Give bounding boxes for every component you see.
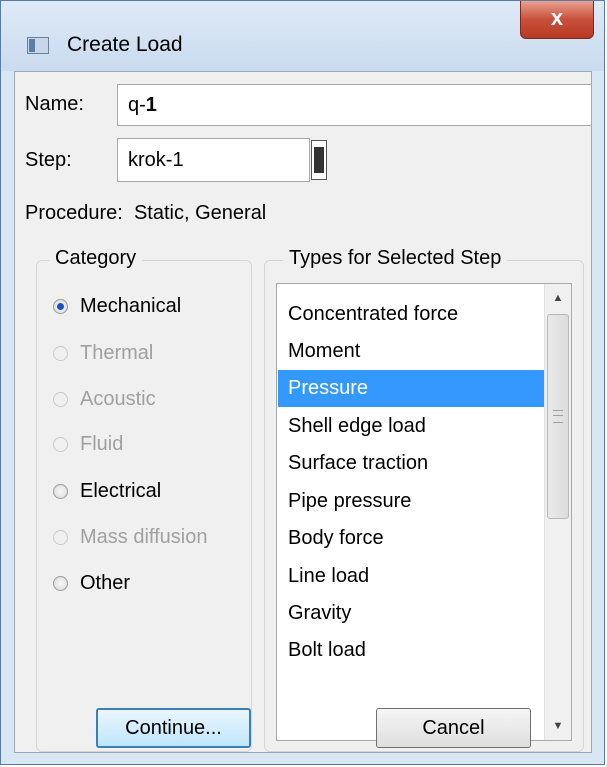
radio-acoustic: Acoustic: [53, 385, 156, 413]
name-value-prefix: q-: [128, 94, 146, 116]
radio-electrical[interactable]: Electrical: [53, 477, 161, 505]
procedure-value: Static, General: [133, 202, 267, 224]
list-item-concentrated-force[interactable]: Concentrated force: [278, 296, 544, 333]
radio-thermal-indicator: [53, 345, 68, 361]
name-value-suffix: 1: [145, 94, 157, 116]
name-field[interactable]: q-1: [117, 84, 592, 126]
list-item-moment[interactable]: Moment: [278, 333, 544, 370]
radio-thermal: Thermal: [53, 339, 153, 367]
procedure-label-text: Procedure:: [25, 202, 123, 224]
radio-other-indicator[interactable]: [53, 575, 68, 591]
title-bar[interactable]: Create Load x: [1, 1, 604, 71]
types-scrollbar[interactable]: ▲ ▼: [544, 284, 571, 740]
radio-fluid-label: Fluid: [80, 432, 124, 455]
grip-icon: [553, 410, 563, 423]
radio-mechanical[interactable]: Mechanical: [53, 292, 181, 320]
step-label: Step:: [25, 149, 72, 171]
dialog-body: Name: q-1 Step: krok-1 Procedure: Static…: [14, 71, 592, 753]
step-value: krok-1: [128, 149, 184, 171]
radio-thermal-label: Thermal: [80, 341, 154, 364]
types-listbox[interactable]: Concentrated force Moment Pressure Shell…: [276, 283, 572, 741]
radio-mass-diffusion-indicator: [53, 529, 68, 545]
list-item-body-force[interactable]: Body force: [278, 520, 544, 557]
radio-acoustic-label: Acoustic: [80, 387, 156, 410]
list-item-pipe-pressure[interactable]: Pipe pressure: [278, 483, 544, 520]
close-button[interactable]: x: [520, 1, 594, 39]
list-item-surface-traction[interactable]: Surface traction: [278, 445, 544, 482]
scroll-thumb[interactable]: [547, 314, 569, 519]
step-dropdown-button[interactable]: [311, 140, 327, 180]
radio-mechanical-indicator[interactable]: [53, 298, 68, 314]
cancel-button[interactable]: Cancel: [376, 708, 531, 748]
radio-mass-diffusion-label: Mass diffusion: [80, 525, 208, 548]
radio-mass-diffusion: Mass diffusion: [53, 523, 207, 551]
window-icon: [27, 37, 49, 54]
radio-other-label: Other: [80, 571, 131, 594]
close-icon: x: [550, 5, 564, 30]
name-label: Name:: [25, 93, 84, 115]
procedure-label: Procedure: Static, General: [25, 202, 266, 225]
list-item-gravity[interactable]: Gravity: [278, 595, 544, 632]
scroll-up-arrow-icon[interactable]: ▲: [545, 284, 571, 312]
list-item-pressure[interactable]: Pressure: [278, 370, 544, 407]
create-load-dialog: Create Load x Name: q-1 Step: krok-1 Pro…: [0, 0, 605, 765]
radio-mechanical-label: Mechanical: [80, 294, 182, 317]
list-item-line-load[interactable]: Line load: [278, 558, 544, 595]
list-item-shell-edge-load[interactable]: Shell edge load: [278, 408, 544, 445]
category-group: [36, 260, 252, 752]
radio-other[interactable]: Other: [53, 569, 130, 597]
radio-fluid-indicator: [53, 436, 68, 452]
radio-acoustic-indicator: [53, 391, 68, 407]
step-combobox[interactable]: krok-1: [117, 138, 310, 182]
radio-electrical-indicator[interactable]: [53, 483, 68, 499]
continue-button[interactable]: Continue...: [96, 708, 251, 748]
category-title: Category: [49, 247, 143, 270]
list-item-bolt-load[interactable]: Bolt load: [278, 632, 544, 669]
window-title: Create Load: [67, 33, 183, 56]
types-title: Types for Selected Step: [283, 247, 508, 270]
scroll-down-arrow-icon[interactable]: ▼: [545, 712, 571, 740]
radio-electrical-label: Electrical: [80, 479, 162, 502]
radio-fluid: Fluid: [53, 430, 123, 458]
